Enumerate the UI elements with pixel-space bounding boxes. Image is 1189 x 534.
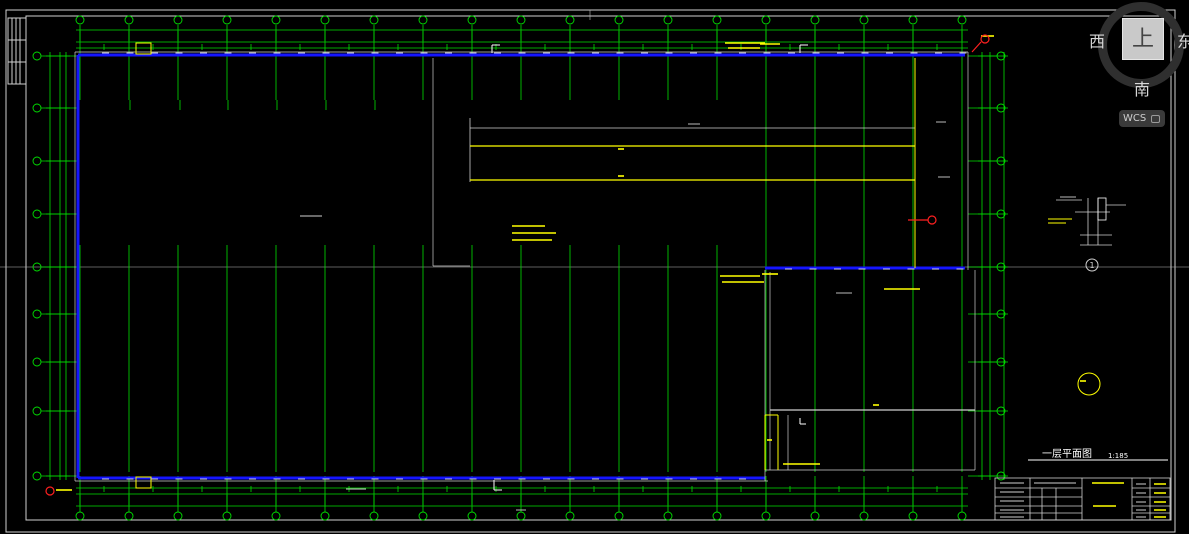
compass-west-label[interactable]: 西 (1089, 28, 1105, 52)
wcs-menu-button[interactable]: WCS (1119, 110, 1165, 127)
viewcube-top-face[interactable]: 上 (1122, 18, 1164, 60)
compass-east-label[interactable]: 东 (1177, 28, 1189, 52)
detail-number: 1 (1089, 261, 1094, 270)
drawing-scale: 1:185 (1108, 452, 1128, 460)
drawing-title: 一层平面图 (1042, 448, 1092, 460)
compass-south-label[interactable]: 南 (1134, 76, 1150, 100)
cad-drawing-canvas[interactable]: 1 一层平面图 1:185 (0, 0, 1189, 534)
navigation-viewcube[interactable]: 上 西 东 南 WCS (1089, 0, 1189, 130)
